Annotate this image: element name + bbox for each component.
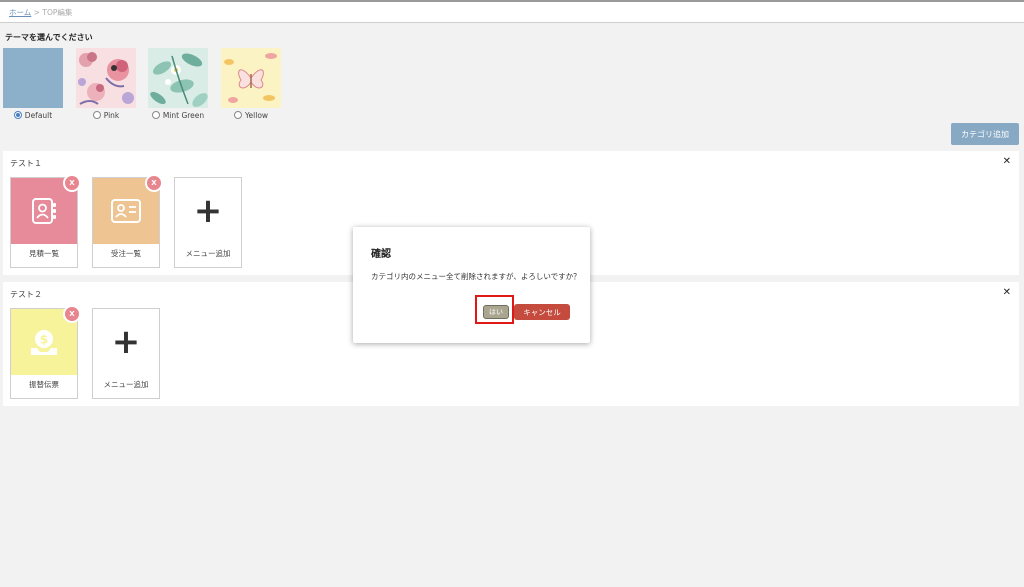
plus-icon: + bbox=[193, 191, 223, 231]
theme-label-yellow: Yellow bbox=[244, 111, 269, 120]
theme-label-mint-green: Mint Green bbox=[162, 111, 205, 120]
theme-swatch-yellow[interactable] bbox=[221, 48, 281, 108]
theme-label-pink: Pink bbox=[103, 111, 120, 120]
theme-swatch-mint-green[interactable] bbox=[148, 48, 208, 108]
theme-radio-yellow[interactable] bbox=[233, 111, 242, 119]
remove-tile-icon[interactable]: X bbox=[145, 174, 163, 192]
theme-radio-default[interactable] bbox=[13, 111, 22, 119]
breadcrumb: ホーム > TOP編集 bbox=[9, 7, 72, 18]
add-menu-tile[interactable]: + メニュー追加 bbox=[174, 177, 242, 268]
theme-option-yellow[interactable]: Yellow bbox=[221, 48, 281, 120]
confirm-dialog: 確認 カテゴリ内のメニュー全て削除されますが、よろしいですか？ はい キャンセル bbox=[353, 227, 590, 343]
tile-label: メニュー追加 bbox=[103, 380, 149, 389]
tile-image: + bbox=[93, 309, 159, 375]
dialog-title: 確認 bbox=[371, 249, 391, 260]
breadcrumb-current: TOP編集 bbox=[42, 8, 73, 17]
tile-label: 受注一覧 bbox=[111, 249, 141, 258]
contact-book-icon bbox=[32, 198, 56, 224]
category-title: テスト１ bbox=[10, 159, 42, 168]
category-title: テスト２ bbox=[10, 290, 42, 299]
floral-pattern-mint bbox=[148, 48, 208, 108]
menu-tile-order-list[interactable]: 受注一覧 X bbox=[92, 174, 163, 268]
menu-tile-transfer-slip[interactable]: $ 振替伝票 X bbox=[10, 305, 81, 399]
tile-label: 振替伝票 bbox=[29, 380, 59, 389]
theme-option-mint-green[interactable]: Mint Green bbox=[148, 48, 208, 120]
remove-tile-icon[interactable]: X bbox=[63, 305, 81, 323]
floral-pattern-pink bbox=[76, 48, 136, 108]
money-bag-icon: $ bbox=[31, 330, 57, 355]
butterfly-pattern-yellow bbox=[221, 48, 281, 108]
tile-label: 見積一覧 bbox=[29, 249, 59, 258]
cancel-button[interactable]: キャンセル bbox=[514, 304, 570, 320]
theme-prompt: テーマを選んでください bbox=[5, 33, 93, 42]
theme-radio-mint-green[interactable] bbox=[151, 111, 160, 119]
theme-swatch-pink[interactable] bbox=[76, 48, 136, 108]
breadcrumb-bar: ホーム > TOP編集 bbox=[0, 2, 1024, 23]
tile-image: + bbox=[175, 178, 241, 244]
theme-radio-pink[interactable] bbox=[92, 111, 101, 119]
category-close-icon[interactable]: ✕ bbox=[1003, 157, 1011, 167]
plus-icon: + bbox=[111, 322, 141, 362]
tile-label: メニュー追加 bbox=[185, 249, 231, 258]
breadcrumb-separator: > bbox=[33, 8, 40, 17]
menu-tile-estimate-list[interactable]: 見積一覧 X bbox=[10, 174, 81, 268]
theme-option-default[interactable]: Default bbox=[3, 48, 63, 120]
dialog-message: カテゴリ内のメニュー全て削除されますが、よろしいですか？ bbox=[371, 272, 581, 281]
breadcrumb-home-link[interactable]: ホーム bbox=[9, 8, 31, 17]
theme-swatch-default[interactable] bbox=[3, 48, 63, 108]
theme-option-pink[interactable]: Pink bbox=[76, 48, 136, 120]
category-close-icon[interactable]: ✕ bbox=[1003, 288, 1011, 298]
add-category-button[interactable]: カテゴリ追加 bbox=[951, 123, 1019, 145]
yes-button[interactable]: はい bbox=[483, 305, 509, 319]
id-card-icon bbox=[111, 199, 141, 223]
remove-tile-icon[interactable]: X bbox=[63, 174, 81, 192]
svg-text:$: $ bbox=[40, 333, 48, 347]
add-menu-tile[interactable]: + メニュー追加 bbox=[92, 308, 160, 399]
theme-label-default: Default bbox=[24, 111, 53, 120]
